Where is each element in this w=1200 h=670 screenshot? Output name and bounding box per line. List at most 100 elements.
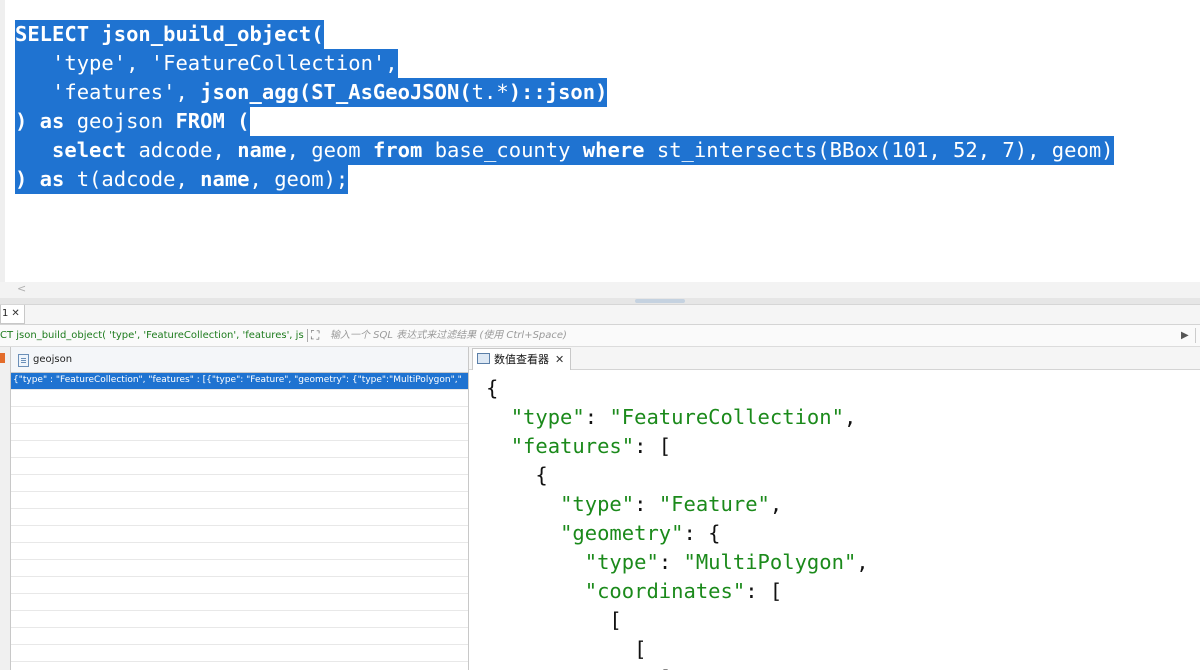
json-line: { <box>486 461 869 490</box>
sql-line[interactable]: 'type', 'FeatureCollection', <box>15 49 1114 78</box>
scroll-left-icon[interactable]: < <box>17 282 26 295</box>
splitter-grip[interactable] <box>635 299 685 303</box>
json-string: "Feature" <box>658 492 770 516</box>
result-grid[interactable]: geojson {"type" : "FeatureCollection", "… <box>0 347 469 670</box>
json-viewer-content[interactable]: { "type": "FeatureCollection", "features… <box>486 374 869 670</box>
json-punctuation <box>486 550 585 574</box>
json-punctuation: , <box>769 492 783 516</box>
json-key: "type" <box>584 550 659 574</box>
sql-text: base_county <box>434 138 583 162</box>
json-punctuation: , <box>843 405 857 429</box>
divider <box>1195 328 1196 343</box>
json-line: [ <box>486 664 869 670</box>
sql-code[interactable]: SELECT json_build_object( 'type', 'Featu… <box>15 20 1114 194</box>
run-filter-icon[interactable]: ▶ <box>1181 325 1189 346</box>
sql-keyword: name <box>237 138 287 162</box>
json-line: "type": "FeatureCollection", <box>486 403 869 432</box>
table-row[interactable] <box>11 645 468 662</box>
table-row[interactable] <box>11 475 468 492</box>
json-string: "FeatureCollection" <box>609 405 844 429</box>
sql-keyword: select <box>52 138 139 162</box>
tab-value-viewer[interactable]: 数值查看器 ✕ <box>472 348 572 370</box>
table-row[interactable] <box>11 611 468 628</box>
json-punctuation: : <box>658 550 684 574</box>
table-row[interactable]: {"type" : "FeatureCollection", "features… <box>11 373 468 390</box>
table-row[interactable] <box>11 526 468 543</box>
editor-horizontal-scrollbar[interactable]: < <box>0 282 1200 298</box>
filter-input[interactable]: 输入一个 SQL 表达式来过滤结果 (使用 Ctrl+Space) <box>330 325 567 346</box>
table-row[interactable] <box>11 390 468 407</box>
editor-results-splitter[interactable] <box>0 298 1200 305</box>
value-viewer-panel: 数值查看器 ✕ { "type": "FeatureCollection", "f… <box>469 347 1200 670</box>
table-row[interactable] <box>11 424 468 441</box>
value-viewer-icon <box>477 353 490 364</box>
sql-keyword: where <box>582 138 657 162</box>
sql-editor[interactable]: SELECT json_build_object( 'type', 'Featu… <box>0 0 1200 282</box>
sql-line[interactable]: ) as t(adcode, name, geom); <box>15 165 1114 194</box>
table-row[interactable] <box>11 594 468 611</box>
json-line: "type": "Feature", <box>486 490 869 519</box>
sql-line[interactable]: 'features', json_agg(ST_AsGeoJSON(t.*)::… <box>15 78 1114 107</box>
sql-text: st_intersects(BBox(101, 52, 7), geom) <box>656 138 1114 162</box>
table-row[interactable] <box>11 509 468 526</box>
json-line: { <box>486 374 869 403</box>
table-row[interactable] <box>11 407 468 424</box>
json-line: "type": "MultiPolygon", <box>486 548 869 577</box>
viewer-tab-bar: 数值查看器 ✕ <box>469 347 1200 370</box>
json-line: "features": [ <box>486 432 869 461</box>
text-column-icon <box>18 354 29 367</box>
json-key: "type" <box>510 405 585 429</box>
json-line: "geometry": { <box>486 519 869 548</box>
selection-highlight: select adcode, name, geom from base_coun… <box>15 136 1114 165</box>
divider <box>307 329 308 342</box>
sql-line[interactable]: SELECT json_build_object( <box>15 20 1114 49</box>
json-punctuation: [ <box>486 637 647 661</box>
json-punctuation: [ <box>486 608 622 632</box>
table-row[interactable] <box>11 441 468 458</box>
sql-line[interactable]: select adcode, name, geom from base_coun… <box>15 136 1114 165</box>
json-punctuation <box>486 405 511 429</box>
editor-gutter <box>0 0 5 282</box>
result-tabs: 1 ✕ <box>0 305 1200 325</box>
table-row[interactable] <box>11 560 468 577</box>
table-row[interactable] <box>11 458 468 475</box>
row-number-column <box>0 347 11 670</box>
json-string: "MultiPolygon" <box>683 550 857 574</box>
sql-keyword: name <box>200 167 250 191</box>
filter-bar: CT json_build_object( 'type', 'FeatureCo… <box>0 325 1200 347</box>
sql-keyword: )::json) <box>508 80 608 104</box>
json-punctuation: : [ <box>745 579 783 603</box>
json-line: [ <box>486 606 869 635</box>
tab-result-1[interactable]: 1 ✕ <box>0 305 25 324</box>
grid-rows: {"type" : "FeatureCollection", "features… <box>11 373 468 670</box>
sql-text: 'features', <box>15 80 201 104</box>
sql-keyword: ) as <box>15 109 77 133</box>
sql-keyword: FROM ( <box>175 109 250 133</box>
column-header-label: geojson <box>33 354 73 365</box>
sql-text: , geom); <box>249 167 349 191</box>
close-icon[interactable]: ✕ <box>11 308 19 319</box>
expand-icon[interactable]: ⛶ <box>311 325 319 346</box>
table-row[interactable] <box>11 577 468 594</box>
json-key: "features" <box>510 434 635 458</box>
sql-line[interactable]: ) as geojson FROM ( <box>15 107 1114 136</box>
tab-result-label: 1 <box>2 308 9 319</box>
json-line: "coordinates": [ <box>486 577 869 606</box>
json-line: [ <box>486 635 869 664</box>
sql-text: t.* <box>471 80 509 104</box>
json-punctuation: : <box>634 492 659 516</box>
table-row[interactable] <box>11 628 468 645</box>
json-punctuation <box>486 434 511 458</box>
column-header-geojson[interactable]: geojson <box>11 347 468 373</box>
json-punctuation: : [ <box>634 434 672 458</box>
json-punctuation: { <box>486 376 499 400</box>
selection-highlight: SELECT json_build_object( <box>15 20 324 49</box>
table-row[interactable] <box>11 662 468 670</box>
sql-text: 'type', 'FeatureCollection', <box>15 51 398 75</box>
sql-text: t(adcode, <box>76 167 201 191</box>
close-icon[interactable]: ✕ <box>555 353 564 366</box>
table-row[interactable] <box>11 543 468 560</box>
json-punctuation: [ <box>486 666 671 670</box>
table-row[interactable] <box>11 492 468 509</box>
